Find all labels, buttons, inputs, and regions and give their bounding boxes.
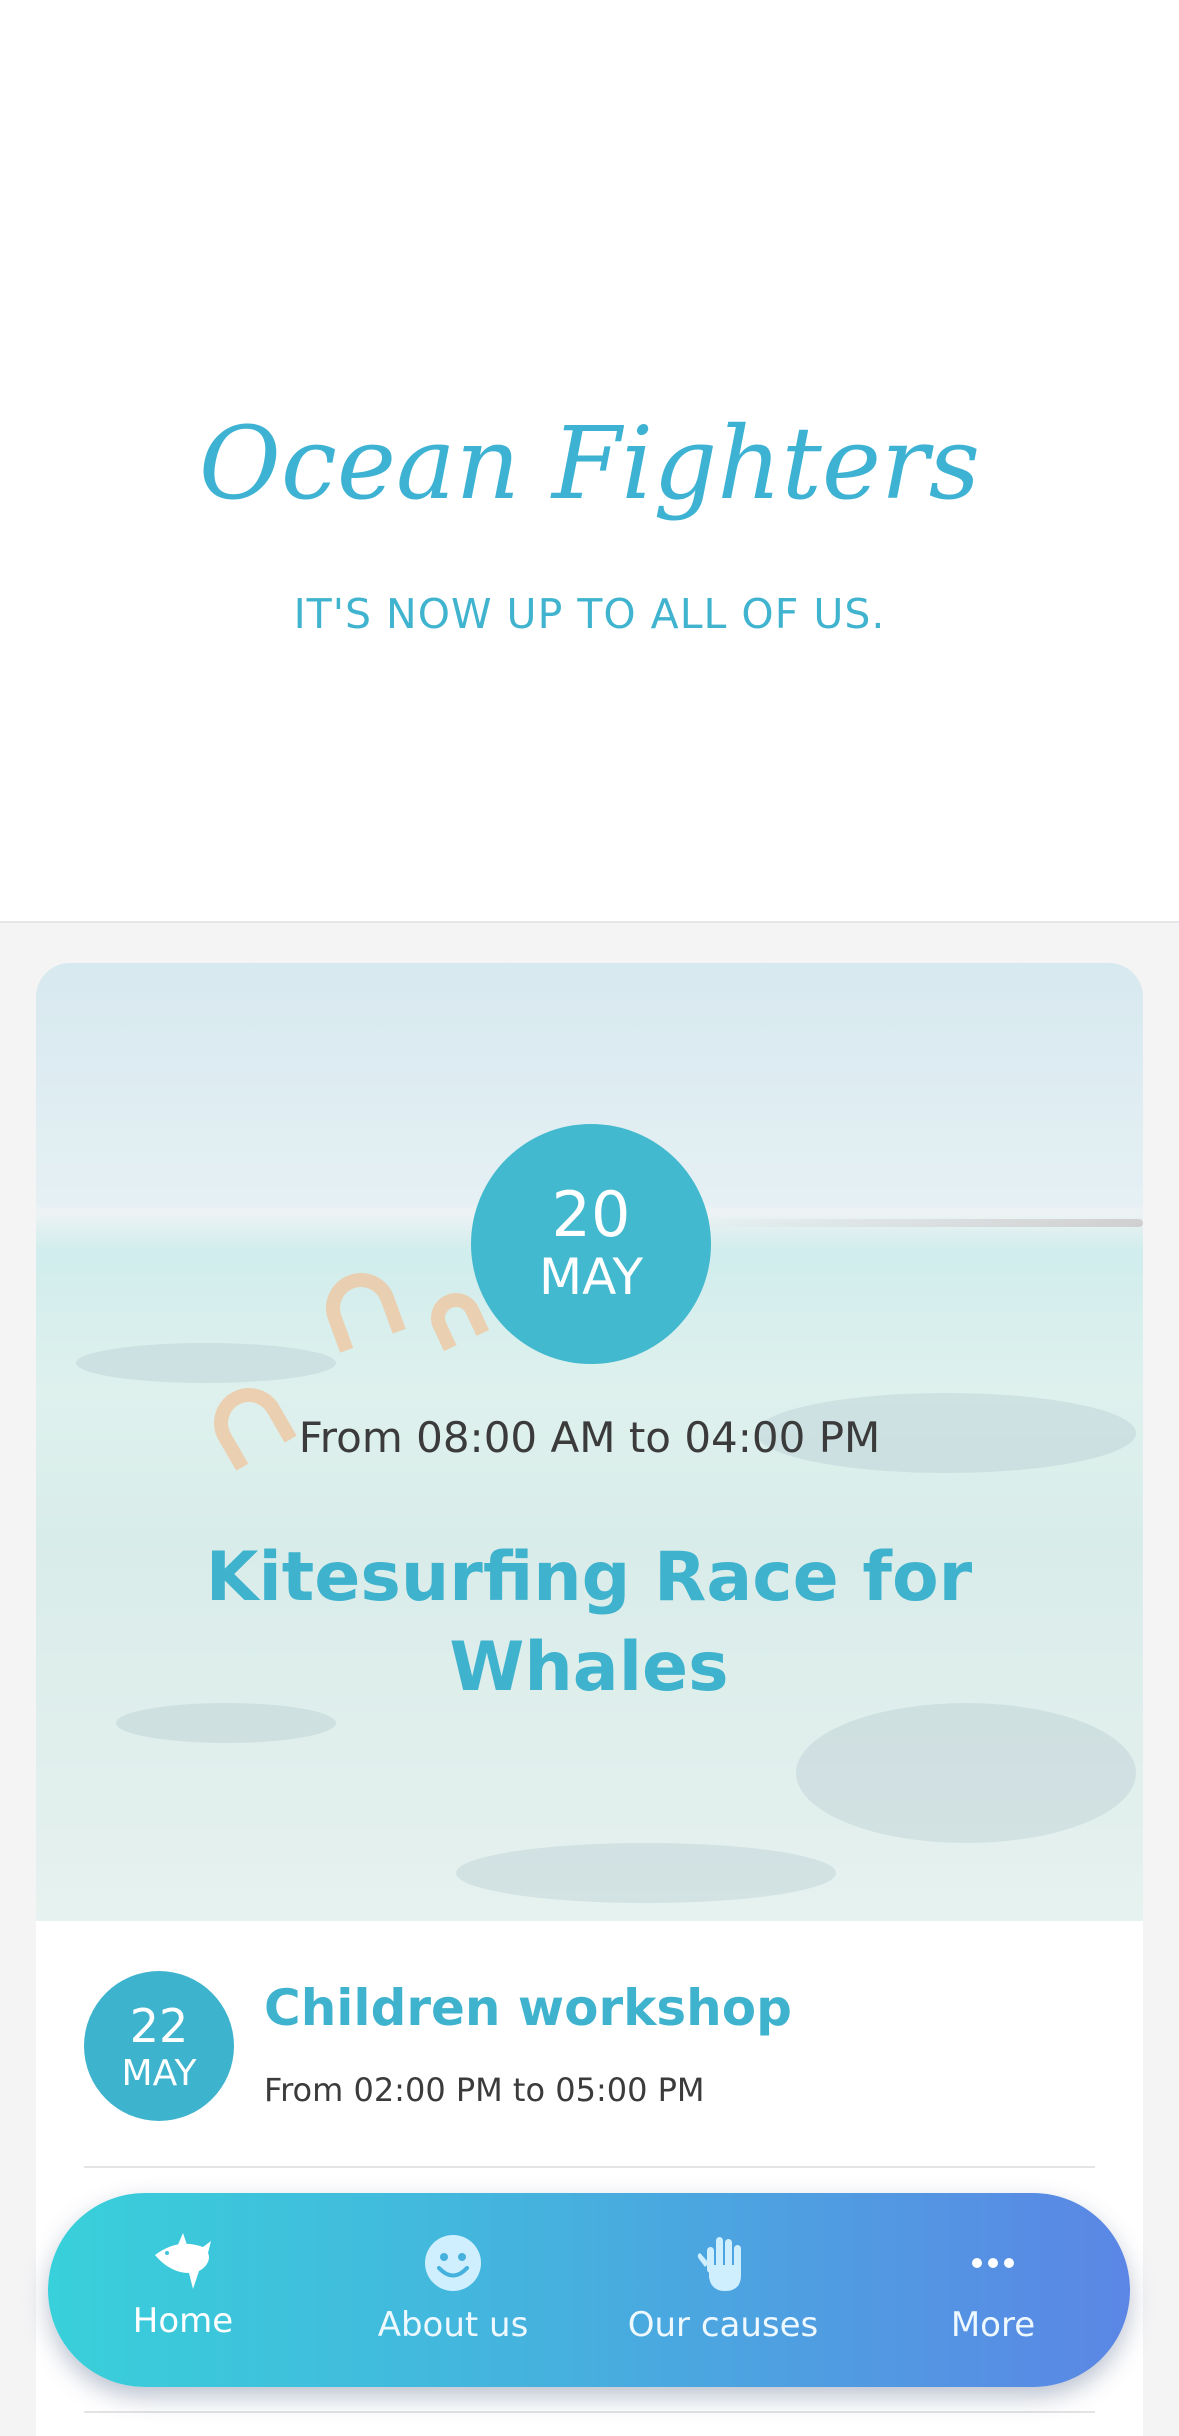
smiley-icon (425, 2235, 481, 2291)
brand-title: Ocean Fighters (198, 405, 981, 522)
event-date-badge: 22 MAY (84, 1971, 234, 2121)
tab-more-label: More (950, 2305, 1036, 2345)
hand-icon (697, 2237, 741, 2291)
featured-date-badge: 20 MAY (471, 1124, 711, 1364)
featured-time: From 08:00 AM to 04:00 PM (298, 1413, 881, 1462)
list-divider (84, 2166, 1095, 2168)
shark-icon (155, 2233, 211, 2289)
tab-about-us-label: About us (377, 2305, 529, 2345)
tab-home[interactable]: Home (48, 2193, 318, 2387)
more-dots-icon (972, 2258, 1014, 2268)
event-title[interactable]: Children workshop (264, 1979, 792, 2037)
event-day: 22 (129, 1999, 189, 2053)
tab-our-causes-label: Our causes (627, 2305, 819, 2345)
tab-about-us[interactable]: About us (318, 2193, 588, 2387)
featured-month: MAY (538, 1248, 643, 1306)
app-header: Ocean Fighters IT'S NOW UP TO ALL OF US. (0, 0, 1179, 923)
event-time: From 02:00 PM to 05:00 PM (264, 2071, 705, 2109)
event-month: MAY (121, 2053, 197, 2094)
tab-our-causes[interactable]: Our causes (588, 2193, 858, 2387)
tab-home-label: Home (132, 2301, 234, 2341)
brand-tagline: IT'S NOW UP TO ALL OF US. (293, 590, 886, 638)
list-divider (84, 2411, 1095, 2413)
featured-event[interactable]: 20 MAY From 08:00 AM to 04:00 PM Kitesur… (36, 963, 1143, 1921)
featured-day: 20 (551, 1178, 631, 1251)
featured-title[interactable]: Kitesurfing Race for Whales (189, 1533, 989, 1713)
tab-more[interactable]: More (858, 2193, 1128, 2387)
bottom-tab-bar: Home About us Our causes More (48, 2193, 1130, 2387)
list-item[interactable]: 22 MAY Children workshop From 02:00 PM t… (36, 1921, 1143, 2171)
